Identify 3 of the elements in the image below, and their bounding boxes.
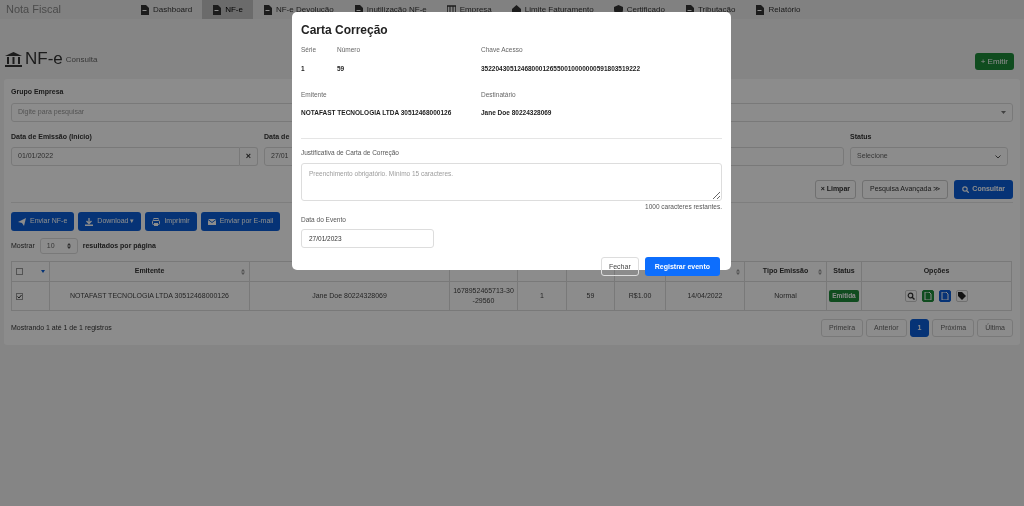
- modal-title: Carta Correção: [301, 22, 389, 39]
- page-title: NF-e: [25, 50, 63, 67]
- page-subtitle: Consulta: [65, 54, 98, 66]
